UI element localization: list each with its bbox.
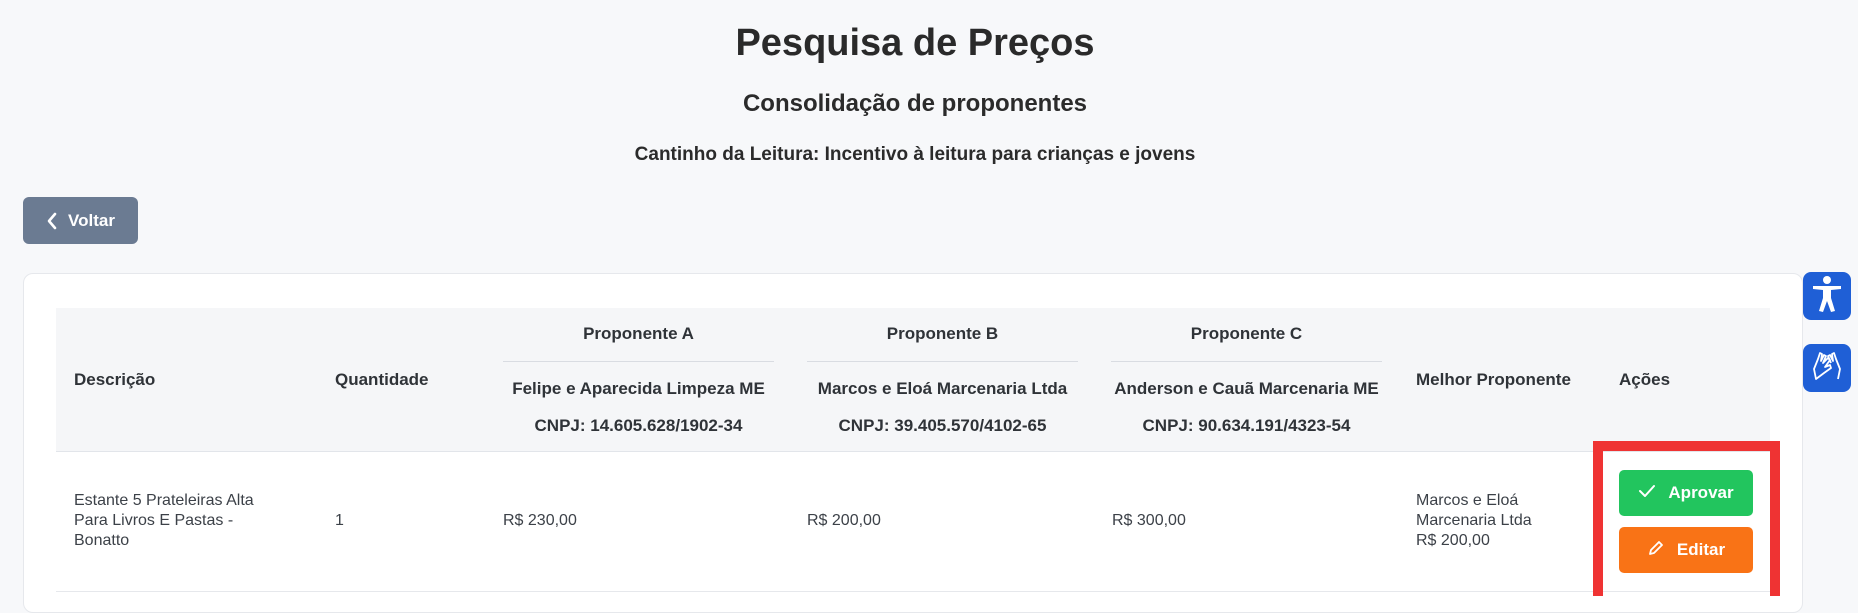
page-subtitle: Consolidação de proponentes [742, 90, 1088, 117]
cell-price-b: R$ 200,00 [807, 512, 881, 529]
back-button-label: Voltar [68, 210, 115, 230]
col-melhor-proponente: Melhor Proponente [1416, 370, 1571, 389]
sign-language-icon [1810, 349, 1844, 388]
row-divider [56, 591, 1770, 592]
cell-price-c: R$ 300,00 [1112, 512, 1186, 529]
cell-melhor-nome: Marcos e Eloá Marcenaria Ltda [1416, 492, 1532, 529]
divider [1111, 361, 1382, 362]
page-title: Pesquisa de Preços [735, 22, 1095, 64]
accessibility-icon [1811, 275, 1843, 318]
accessibility-button[interactable] [1803, 272, 1851, 320]
back-button[interactable]: Voltar [23, 197, 138, 244]
proponente-b-cnpj: CNPJ: 39.405.570/4102-65 [838, 416, 1047, 435]
col-proponente-a: Proponente A [583, 324, 694, 343]
divider [807, 361, 1078, 362]
proponente-c-cnpj: CNPJ: 90.634.191/4323-54 [1142, 416, 1351, 435]
proponente-a-name: Felipe e Aparecida Limpeza ME [512, 379, 765, 398]
approve-button[interactable]: Aprovar [1619, 470, 1753, 516]
col-proponente-b: Proponente B [886, 324, 999, 343]
col-descricao: Descrição [74, 370, 156, 389]
sign-language-button[interactable] [1803, 344, 1851, 392]
edit-label: Editar [1676, 540, 1726, 559]
cell-price-a: R$ 230,00 [503, 512, 577, 529]
edit-button[interactable]: Editar [1619, 527, 1753, 573]
cell-quantidade: 1 [335, 512, 344, 529]
divider [503, 361, 774, 362]
check-icon [1638, 483, 1656, 503]
pencil-icon [1647, 539, 1665, 562]
approve-label: Aprovar [1668, 483, 1734, 502]
cell-descricao: Estante 5 Prateleiras Alta Para Livros E… [74, 492, 254, 549]
proponente-c-name: Anderson e Cauã Marcenaria ME [1114, 379, 1379, 398]
col-proponente-c: Proponente C [1190, 324, 1303, 343]
project-title: Cantinho da Leitura: Incentivo à leitura… [634, 144, 1196, 165]
cell-melhor-valor: R$ 200,00 [1416, 532, 1490, 549]
proponente-a-cnpj: CNPJ: 14.605.628/1902-34 [534, 416, 743, 435]
proponente-b-name: Marcos e Eloá Marcenaria Ltda [817, 379, 1068, 398]
chevron-left-icon [46, 212, 58, 230]
col-quantidade: Quantidade [335, 370, 429, 389]
col-acoes: Ações [1619, 370, 1671, 389]
